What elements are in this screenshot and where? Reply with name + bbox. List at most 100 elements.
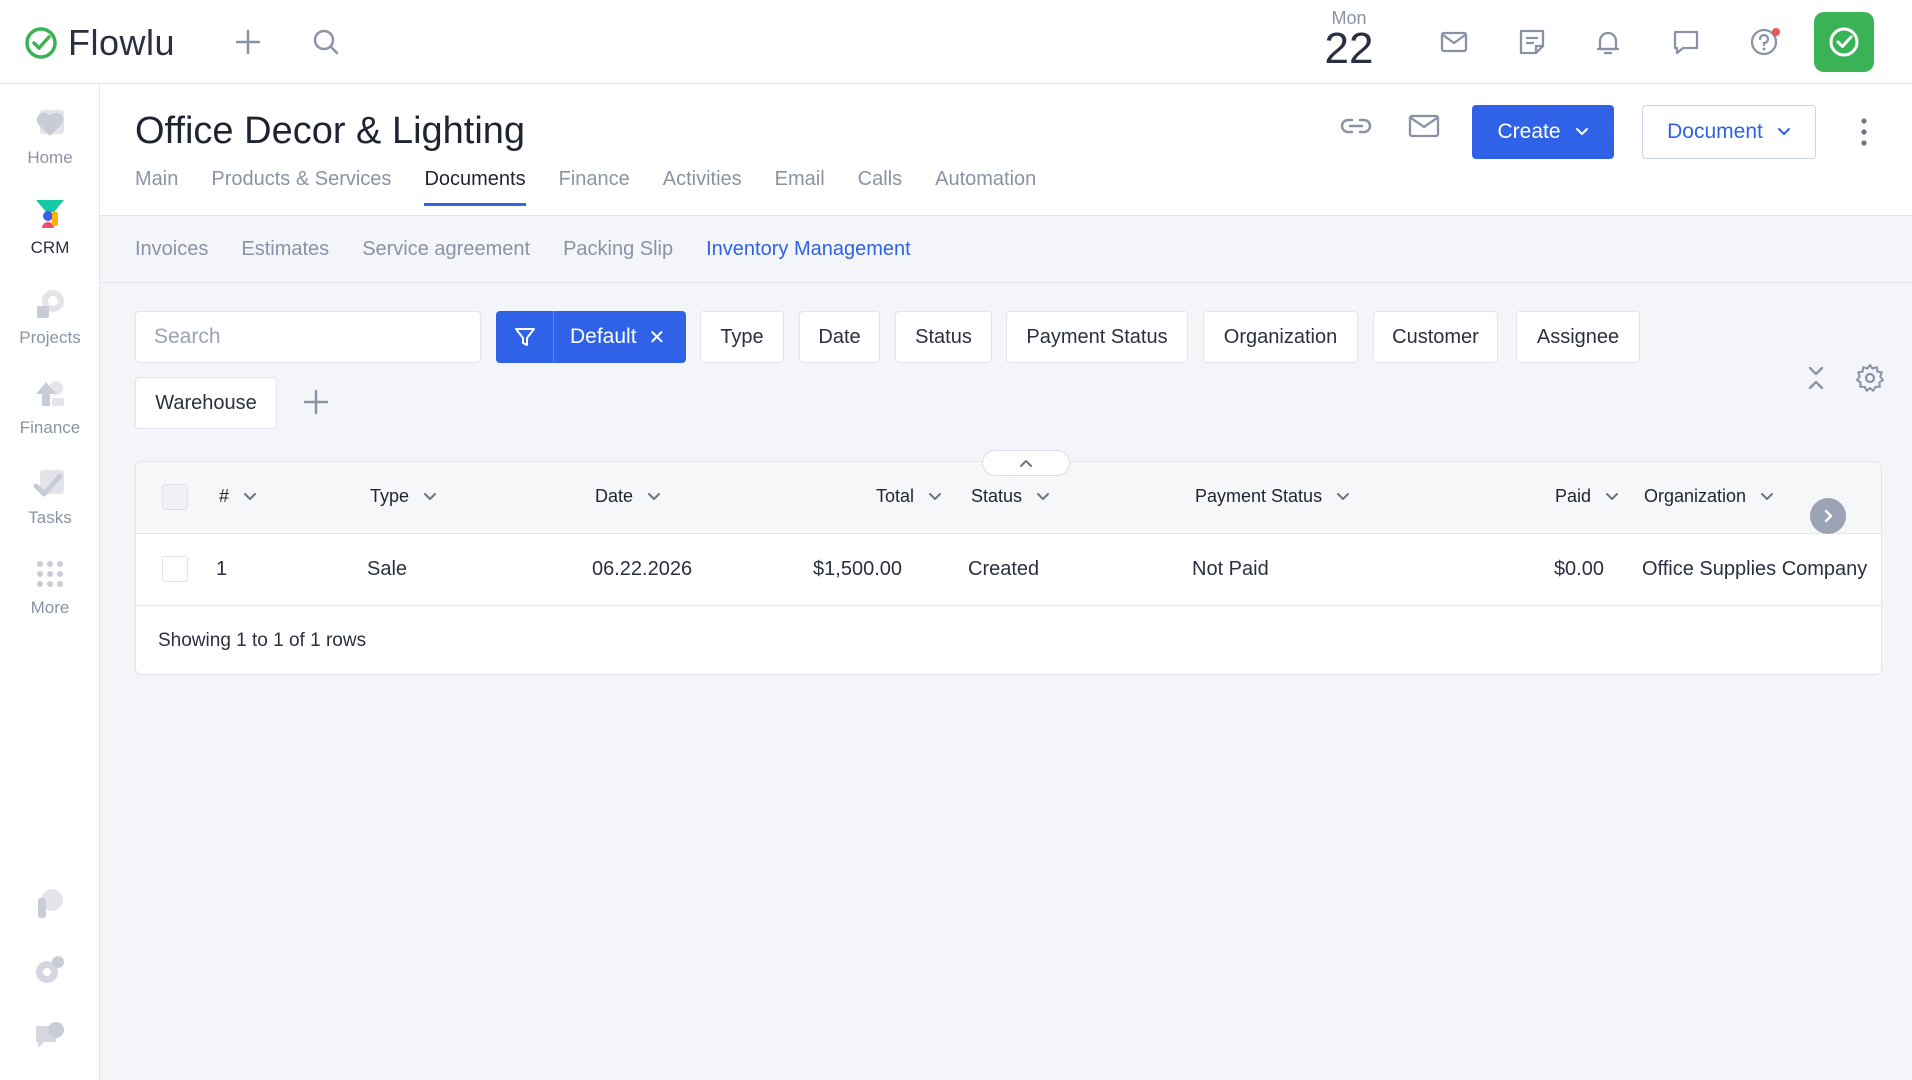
document-type-tabs: Invoices Estimates Service agreement Pac… [135, 238, 944, 261]
cell-date: 06.22.2026 [592, 558, 693, 580]
sidebar-item-label: Projects [19, 328, 81, 347]
cell-type: Sale [367, 558, 408, 580]
column-header-status[interactable]: Status [971, 486, 1050, 507]
column-header-organization[interactable]: Organization [1644, 486, 1774, 507]
tab-finance[interactable]: Finance [559, 168, 630, 206]
chevron-down-icon [244, 492, 257, 500]
filter-chip-assignee[interactable]: Assignee [1516, 311, 1640, 363]
filter-chip-status[interactable]: Status [895, 311, 992, 363]
check-icon[interactable] [1814, 12, 1874, 72]
cell-total: $1,500.00 [813, 558, 902, 580]
chevron-down-icon [1037, 492, 1050, 500]
filter-chip-warehouse[interactable]: Warehouse [135, 377, 277, 429]
chat-icon[interactable] [1668, 24, 1704, 60]
cell-payment-status: Not Paid [1192, 558, 1269, 580]
cell-organization[interactable]: Office Supplies Company [1642, 558, 1867, 581]
tab-email[interactable]: Email [775, 168, 825, 206]
bell-icon[interactable] [1590, 24, 1626, 60]
pin-icon[interactable] [32, 886, 68, 922]
collapse-panel-button[interactable] [982, 450, 1070, 476]
tab-calls[interactable]: Calls [858, 168, 902, 206]
table-row[interactable]: 1 Sale 06.22.2026 $1,500.00 Created Not … [136, 534, 1881, 606]
filter-chip-date[interactable]: Date [799, 311, 880, 363]
sidebar-item-tasks[interactable]: Tasks [0, 466, 100, 528]
subtab-packing-slip[interactable]: Packing Slip [563, 238, 673, 261]
search-field[interactable] [135, 311, 481, 363]
sidebar-item-crm[interactable]: CRM [0, 196, 100, 258]
cell-number: 1 [216, 558, 228, 580]
table-footer-count: Showing 1 to 1 of 1 rows [158, 630, 367, 651]
tab-documents[interactable]: Documents [424, 168, 526, 206]
feedback-icon[interactable] [32, 1018, 68, 1054]
column-label: Paid [1555, 486, 1592, 506]
chevron-down-icon [1337, 492, 1350, 500]
column-header-type[interactable]: Type [370, 486, 437, 507]
column-label: Total [876, 486, 915, 506]
sidebar: Home CRM Projects Finance Tasks More [0, 84, 100, 1080]
add-filter-icon[interactable] [300, 386, 332, 418]
search-input[interactable] [136, 312, 480, 362]
subtab-estimates[interactable]: Estimates [241, 238, 329, 261]
search-icon[interactable] [310, 26, 342, 58]
email-icon[interactable] [1404, 106, 1444, 146]
help-icon[interactable] [1746, 24, 1782, 60]
funnel-icon [36, 200, 64, 228]
filter-chip-payment-status[interactable]: Payment Status [1006, 311, 1188, 363]
chevron-down-icon [1777, 128, 1790, 135]
chevron-up-icon [1020, 460, 1032, 467]
column-label: Date [595, 486, 634, 506]
filter-chip-customer[interactable]: Customer [1373, 311, 1498, 363]
tasks-icon [33, 470, 64, 497]
column-header-paid[interactable]: Paid [1555, 486, 1619, 507]
settings-gear-icon[interactable] [1854, 362, 1886, 394]
tab-automation[interactable]: Automation [935, 168, 1036, 206]
filter-chip-organization[interactable]: Organization [1203, 311, 1358, 363]
filter-chip-type[interactable]: Type [700, 311, 784, 363]
subtab-service-agreement[interactable]: Service agreement [362, 238, 530, 261]
date-number: 22 [1324, 24, 1374, 73]
chevron-down-icon [424, 492, 437, 500]
main-tabs: Main Products & Services Documents Finan… [135, 168, 1069, 206]
chevron-down-icon [1761, 492, 1774, 500]
more-options-icon[interactable] [1854, 114, 1874, 150]
tab-main[interactable]: Main [135, 168, 178, 206]
flowlu-logo[interactable]: Flowlu [24, 22, 175, 64]
sidebar-item-projects[interactable]: Projects [0, 286, 100, 348]
mail-icon[interactable] [1436, 24, 1472, 60]
column-header-payment-status[interactable]: Payment Status [1195, 486, 1350, 507]
default-filter-button[interactable]: Default ✕ [496, 311, 686, 363]
divider [100, 282, 1912, 283]
sidebar-item-more[interactable]: More [0, 556, 100, 618]
tab-activities[interactable]: Activities [663, 168, 742, 206]
date-widget[interactable]: Mon 22 [1318, 8, 1380, 71]
row-checkbox[interactable] [162, 556, 188, 582]
documents-table: # Type Date Total Status Payment Status … [135, 450, 1882, 675]
select-all-checkbox[interactable] [162, 484, 188, 510]
sidebar-item-home[interactable]: Home [0, 106, 100, 168]
chevron-down-icon [648, 492, 661, 500]
notes-icon[interactable] [1514, 24, 1550, 60]
cell-status: Created [968, 558, 1040, 580]
column-header-total[interactable]: Total [876, 486, 942, 507]
record-header: Office Decor & Lighting Main Products & … [100, 84, 1912, 216]
projects-icon [37, 290, 64, 318]
subtab-invoices[interactable]: Invoices [135, 238, 208, 261]
subtab-inventory-management[interactable]: Inventory Management [706, 238, 911, 261]
gear-icon[interactable] [32, 952, 68, 988]
add-icon[interactable] [232, 26, 264, 58]
sidebar-item-finance[interactable]: Finance [0, 376, 100, 438]
link-icon[interactable] [1336, 106, 1376, 146]
column-header-date[interactable]: Date [595, 486, 661, 507]
chevron-down-icon [1606, 492, 1619, 500]
create-button[interactable]: Create [1472, 105, 1614, 159]
top-bar: Flowlu Mon 22 [0, 0, 1912, 84]
notification-dot [1772, 28, 1780, 36]
scroll-right-button[interactable] [1810, 498, 1846, 534]
tab-products-services[interactable]: Products & Services [211, 168, 391, 206]
collapse-filters-icon[interactable] [1800, 364, 1832, 392]
close-icon[interactable]: ✕ [649, 325, 666, 350]
finance-icon [36, 381, 64, 406]
column-header-number[interactable]: # [219, 486, 257, 507]
document-button[interactable]: Document [1642, 105, 1816, 159]
column-label: Type [370, 486, 410, 506]
